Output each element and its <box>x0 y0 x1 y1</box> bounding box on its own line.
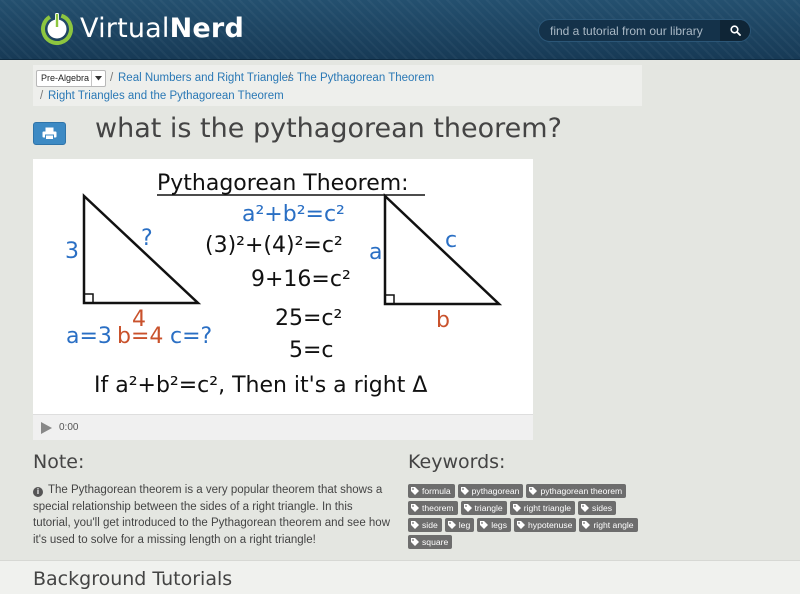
page-title: what is the pythagorean theorem? <box>95 113 562 144</box>
breadcrumb: Pre-Algebra / Real Numbers and Right Tri… <box>33 65 642 106</box>
keyword-tag-label: leg <box>458 520 471 530</box>
tag-icon <box>460 487 469 495</box>
play-icon[interactable] <box>41 421 52 434</box>
print-icon <box>42 127 57 140</box>
logo-text-nerd: Nerd <box>169 12 244 44</box>
tag-icon <box>480 521 489 529</box>
keyword-tag[interactable]: square <box>408 535 453 549</box>
top-header: VirtualNerd <box>0 0 800 60</box>
note-text: The Pythagorean theorem is a very popula… <box>33 484 391 546</box>
equation-5: 5=c <box>289 338 334 363</box>
tag-icon <box>463 504 472 512</box>
given-c: c=? <box>170 324 212 349</box>
subject-select[interactable]: Pre-Algebra <box>36 70 106 87</box>
note-heading: Note: <box>33 451 85 473</box>
video-heading: Pythagorean Theorem: <box>157 171 409 196</box>
keywords-list: formula pythagorean pythagorean theorem the… <box>408 484 648 549</box>
tag-icon <box>529 487 538 495</box>
video-time: 0:00 <box>59 422 79 433</box>
tag-icon <box>447 521 456 529</box>
search-input[interactable] <box>539 20 720 41</box>
keyword-tag[interactable]: hypotenuse <box>514 518 577 532</box>
tag-icon <box>581 504 590 512</box>
chevron-down-icon <box>91 71 105 86</box>
equation-2: (3)²+(4)²=c² <box>205 233 343 258</box>
equation-3: 9+16=c² <box>251 267 351 292</box>
tag-icon <box>512 504 521 512</box>
left-hypotenuse-label: ? <box>141 226 153 251</box>
keyword-tag-label: pythagorean <box>471 486 520 496</box>
search-icon <box>729 25 741 36</box>
given-b: b=4 <box>117 324 163 349</box>
breadcrumb-separator: / <box>40 90 44 102</box>
keyword-tag[interactable]: right triangle <box>509 501 576 515</box>
breadcrumb-link-pythagorean-theorem[interactable]: The Pythagorean Theorem <box>297 72 434 84</box>
keyword-tag[interactable]: formula <box>408 484 455 498</box>
tag-icon <box>411 538 419 546</box>
print-button[interactable] <box>33 122 66 145</box>
keyword-tag[interactable]: side <box>408 518 442 532</box>
keyword-tag[interactable]: theorem <box>408 501 458 515</box>
power-icon <box>41 12 73 45</box>
left-side-a-label: 3 <box>65 239 79 264</box>
keyword-tag-label: right angle <box>593 520 634 530</box>
video-frame: Pythagorean Theorem: 3 ? 4 a c b a²+b²=c… <box>65 171 503 398</box>
breadcrumb-separator: / <box>288 72 292 84</box>
keyword-tag-label: formula <box>422 486 451 496</box>
tag-icon <box>517 521 525 529</box>
keyword-tag-label: square <box>422 537 449 547</box>
keyword-tag-label: right triangle <box>523 503 572 513</box>
tag-icon <box>582 521 591 529</box>
note-body: i The Pythagorean theorem is a very popu… <box>33 482 393 548</box>
right-angle-marker <box>83 293 94 304</box>
keyword-tag[interactable]: pythagorean <box>457 484 524 498</box>
subject-select-value: Pre-Algebra <box>41 73 90 83</box>
video-controls: 0:00 <box>33 414 533 440</box>
equation-1: a²+b²=c² <box>242 202 345 227</box>
keyword-tag[interactable]: pythagorean theorem <box>526 484 627 498</box>
keyword-tag-label: side <box>422 520 438 530</box>
keyword-tag-label: hypotenuse <box>528 520 573 530</box>
breadcrumb-separator: / <box>110 72 114 84</box>
search-button[interactable] <box>720 20 750 41</box>
right-triangle <box>383 193 503 306</box>
keyword-tag[interactable]: leg <box>444 518 475 532</box>
info-icon: i <box>33 487 43 497</box>
right-side-b-label: b <box>436 308 450 333</box>
search-box <box>538 19 751 42</box>
tag-icon <box>411 521 419 529</box>
keyword-tag-label: triangle <box>474 503 503 513</box>
logo-text-virtual: Virtual <box>80 12 170 44</box>
keyword-tag[interactable]: legs <box>477 518 511 532</box>
right-side-a-label: a <box>369 240 382 265</box>
keyword-tag-label: pythagorean theorem <box>540 486 623 496</box>
logo[interactable]: VirtualNerd <box>40 11 244 45</box>
tag-icon <box>411 487 419 495</box>
tag-icon <box>411 504 419 512</box>
breadcrumb-link-right-triangles[interactable]: Right Triangles and the Pythagorean Theo… <box>48 90 284 102</box>
keyword-tag[interactable]: right angle <box>579 518 638 532</box>
conclusion-line: If a²+b²=c², Then it's a right Δ <box>94 373 427 398</box>
keyword-tag[interactable]: triangle <box>460 501 507 515</box>
breadcrumb-link-real-numbers[interactable]: Real Numbers and Right Triangles <box>118 72 294 84</box>
keyword-tag-label: sides <box>592 503 613 513</box>
video-player[interactable]: Pythagorean Theorem: 3 ? 4 a c b a²+b²=c… <box>33 159 533 440</box>
right-hypotenuse-label: c <box>445 228 457 253</box>
equation-4: 25=c² <box>275 306 342 331</box>
right-angle-marker-2 <box>384 294 395 305</box>
keyword-tag[interactable]: sides <box>578 501 617 515</box>
keywords-heading: Keywords: <box>408 451 506 473</box>
keyword-tag-label: theorem <box>422 503 454 513</box>
keyword-tag-label: legs <box>491 520 507 530</box>
given-a: a=3 <box>66 324 112 349</box>
background-heading: Background Tutorials <box>33 568 233 590</box>
